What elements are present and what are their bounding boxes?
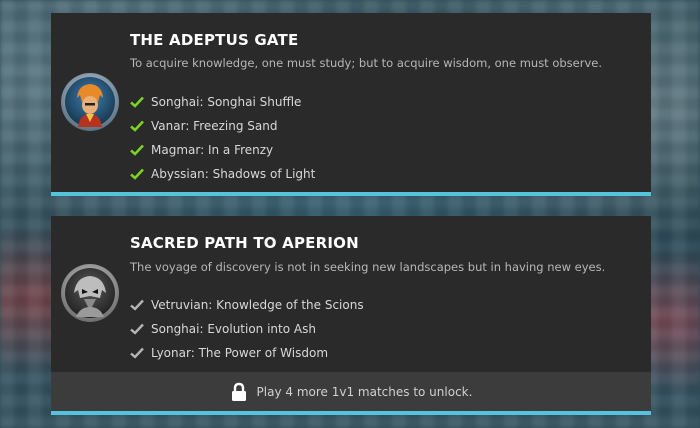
step-label: Songhai: Songhai Shuffle	[151, 95, 302, 109]
list-item: Vanar: Freezing Sand	[130, 114, 315, 138]
quest-steps: Vetruvian: Knowledge of the Scions Songh…	[130, 293, 364, 365]
step-label: Songhai: Evolution into Ash	[151, 322, 316, 336]
quest-description: The voyage of discovery is not in seekin…	[130, 260, 606, 274]
checkmark-icon	[130, 120, 144, 132]
unlock-requirement-bar: Play 4 more 1v1 matches to unlock.	[51, 372, 651, 411]
lock-icon	[231, 382, 246, 401]
list-item: Magmar: In a Frenzy	[130, 138, 315, 162]
list-item: Songhai: Songhai Shuffle	[130, 90, 315, 114]
quest-card-sacred-path[interactable]: SACRED PATH TO APERION The voyage of dis…	[51, 216, 651, 415]
checkmark-icon	[130, 323, 144, 335]
checkmark-icon	[130, 144, 144, 156]
step-label: Lyonar: The Power of Wisdom	[151, 346, 329, 360]
checkmark-icon	[130, 168, 144, 180]
list-item: Vetruvian: Knowledge of the Scions	[130, 293, 364, 317]
checkmark-icon	[130, 347, 144, 359]
songhai-general-portrait-icon	[60, 72, 120, 132]
list-item: Lyonar: The Power of Wisdom	[130, 341, 364, 365]
step-label: Abyssian: Shadows of Light	[151, 167, 316, 181]
quest-title: SACRED PATH TO APERION	[130, 234, 359, 252]
step-label: Vetruvian: Knowledge of the Scions	[151, 298, 364, 312]
checkmark-icon	[130, 299, 144, 311]
checkmark-icon	[130, 96, 144, 108]
quest-card-adeptus-gate[interactable]: THE ADEPTUS GATE To acquire knowledge, o…	[51, 13, 651, 196]
unlock-text: Play 4 more 1v1 matches to unlock.	[256, 384, 473, 399]
step-label: Vanar: Freezing Sand	[151, 119, 278, 133]
quest-description: To acquire knowledge, one must study; bu…	[130, 56, 603, 70]
quest-title: THE ADEPTUS GATE	[130, 31, 299, 49]
locked-general-portrait-icon	[60, 263, 120, 323]
quest-steps: Songhai: Songhai Shuffle Vanar: Freezing…	[130, 90, 315, 186]
list-item: Abyssian: Shadows of Light	[130, 162, 315, 186]
list-item: Songhai: Evolution into Ash	[130, 317, 364, 341]
step-label: Magmar: In a Frenzy	[151, 143, 274, 157]
